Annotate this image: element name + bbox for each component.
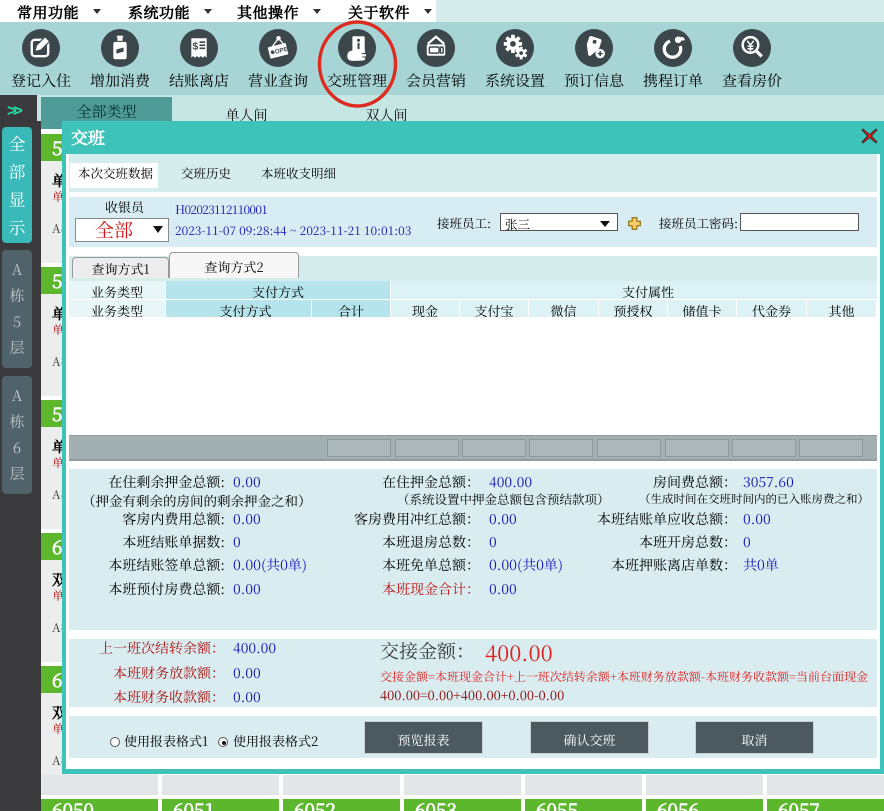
svg-text:$: $ (193, 42, 199, 53)
